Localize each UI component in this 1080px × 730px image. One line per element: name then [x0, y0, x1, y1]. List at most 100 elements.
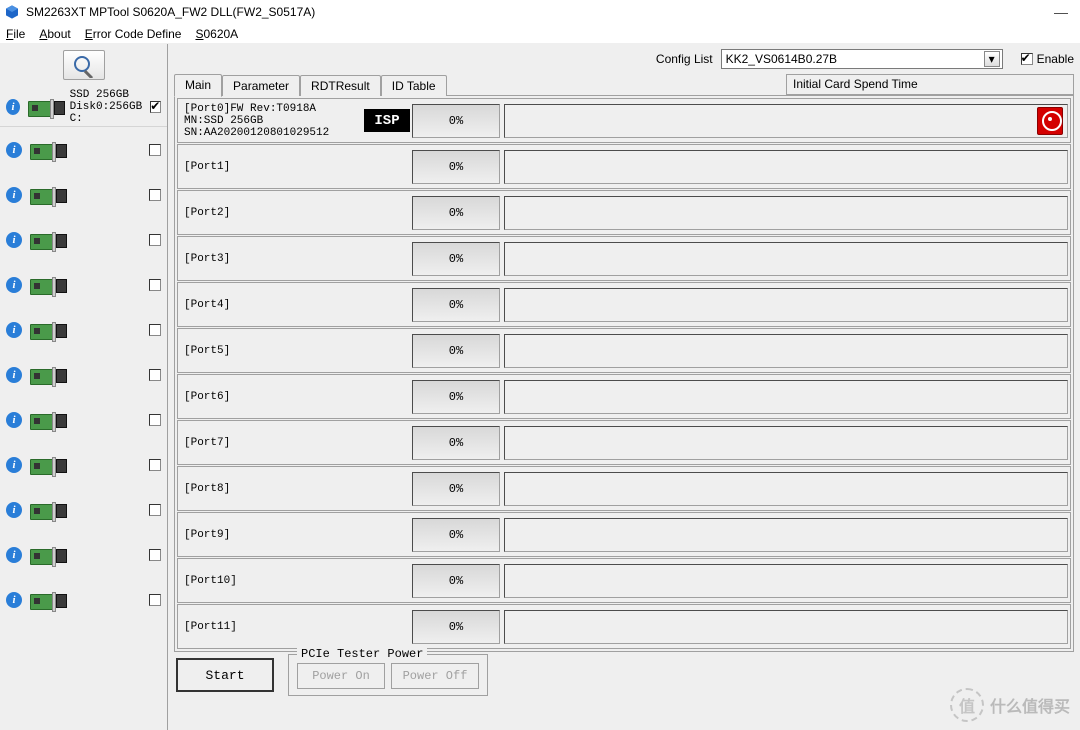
search-button[interactable] [63, 50, 105, 80]
pcie-card-icon [30, 318, 68, 342]
info-icon[interactable]: i [6, 547, 22, 563]
port-label: [Port11] [178, 619, 412, 635]
progress-cell: 0% [412, 564, 500, 598]
info-icon[interactable]: i [6, 502, 22, 518]
port-row-7: [Port7] 0% [177, 420, 1071, 465]
pcie-card-icon [30, 228, 68, 252]
device-row-8[interactable]: i [0, 442, 167, 487]
port-row-6: [Port6] 0% [177, 374, 1071, 419]
footer-row: Start PCIe Tester Power Power On Power O… [174, 652, 1074, 696]
watermark-text: 什么值得买 [990, 693, 1070, 717]
device-checkbox[interactable] [149, 504, 161, 516]
info-icon[interactable]: i [6, 457, 22, 473]
menu-error-code[interactable]: Error Code Define [85, 27, 182, 41]
pcie-card-icon [30, 498, 68, 522]
info-icon[interactable]: i [6, 187, 22, 203]
device-checkbox[interactable] [149, 144, 161, 156]
device-checkbox[interactable] [149, 549, 161, 561]
pcie-card-icon [30, 273, 68, 297]
device-checkbox[interactable] [149, 324, 161, 336]
port-label: [Port10] [178, 573, 412, 589]
menu-about[interactable]: About [39, 27, 70, 41]
device-row-1[interactable]: i [0, 127, 167, 172]
info-icon[interactable]: i [6, 99, 20, 115]
tab-rdtresult[interactable]: RDTResult [300, 75, 381, 96]
chevron-down-icon: ▾ [984, 51, 1000, 67]
tab-parameter[interactable]: Parameter [222, 75, 300, 96]
menubar: FFileile About Error Code Define S0620A [0, 24, 1080, 44]
device-checkbox[interactable] [149, 594, 161, 606]
device-checkbox[interactable] [149, 189, 161, 201]
port-label: [Port2] [178, 205, 412, 221]
port-row-0: [Port0]FW Rev:T0918AMN:SSD 256GBSN:AA202… [177, 98, 1071, 143]
tab-main[interactable]: Main [174, 74, 222, 97]
info-icon[interactable]: i [6, 322, 22, 338]
detail-cell [504, 104, 1068, 138]
device-row-3[interactable]: i [0, 217, 167, 262]
port-row-11: [Port11] 0% [177, 604, 1071, 649]
initial-card-spend-time: Initial Card Spend Time [786, 74, 1074, 95]
device-row-7[interactable]: i [0, 397, 167, 442]
device-list: i SSD 256GBDisk0:256GBC: i i i i i i i [0, 87, 167, 622]
port-label: [Port0]FW Rev:T0918AMN:SSD 256GBSN:AA202… [178, 101, 364, 141]
power-on-button[interactable]: Power On [297, 663, 385, 689]
device-checkbox[interactable] [149, 459, 161, 471]
device-row-2[interactable]: i [0, 172, 167, 217]
device-row-0[interactable]: i SSD 256GBDisk0:256GBC: [0, 87, 167, 127]
device-row-10[interactable]: i [0, 532, 167, 577]
tab-idtable[interactable]: ID Table [381, 75, 447, 96]
menu-file[interactable]: FFileile [6, 27, 25, 41]
progress-cell: 0% [412, 426, 500, 460]
device-row-5[interactable]: i [0, 307, 167, 352]
watermark: 值 什么值得买 [950, 688, 1070, 722]
window-controls[interactable]: — [1054, 4, 1076, 20]
checkbox-icon [1021, 53, 1033, 65]
info-icon[interactable]: i [6, 142, 22, 158]
device-checkbox[interactable] [150, 101, 161, 113]
progress-cell: 0% [412, 242, 500, 276]
port-row-1: [Port1] 0% [177, 144, 1071, 189]
detail-cell [504, 380, 1068, 414]
pcie-card-icon [30, 588, 68, 612]
device-checkbox[interactable] [149, 369, 161, 381]
progress-cell: 0% [412, 196, 500, 230]
pcie-card-icon [30, 183, 68, 207]
device-checkbox[interactable] [149, 279, 161, 291]
device-info: SSD 256GBDisk0:256GBC: [70, 89, 143, 125]
config-selected: KK2_VS0614B0.27B [726, 52, 837, 66]
device-row-6[interactable]: i [0, 352, 167, 397]
magnifier-icon [72, 54, 96, 78]
port-label: [Port1] [178, 159, 412, 175]
port-label: [Port6] [178, 389, 412, 405]
enable-checkbox[interactable]: Enable [1021, 52, 1074, 66]
port-label: [Port7] [178, 435, 412, 451]
info-icon[interactable]: i [6, 232, 22, 248]
detail-cell [504, 150, 1068, 184]
progress-cell: 0% [412, 518, 500, 552]
info-icon[interactable]: i [6, 412, 22, 428]
pcie-card-icon [30, 408, 68, 432]
device-checkbox[interactable] [149, 414, 161, 426]
device-checkbox[interactable] [149, 234, 161, 246]
detail-cell [504, 334, 1068, 368]
pcie-card-icon [28, 95, 61, 119]
start-button[interactable]: Start [176, 658, 274, 692]
detail-cell [504, 196, 1068, 230]
port-row-9: [Port9] 0% [177, 512, 1071, 557]
device-row-11[interactable]: i [0, 577, 167, 622]
pcie-card-icon [30, 363, 68, 387]
config-list-dropdown[interactable]: KK2_VS0614B0.27B ▾ [721, 49, 1003, 69]
power-off-button[interactable]: Power Off [391, 663, 479, 689]
info-icon[interactable]: i [6, 277, 22, 293]
device-row-4[interactable]: i [0, 262, 167, 307]
pcie-tester-power-group: PCIe Tester Power Power On Power Off [288, 654, 488, 696]
info-icon[interactable]: i [6, 592, 22, 608]
port-label: [Port5] [178, 343, 412, 359]
info-icon[interactable]: i [6, 367, 22, 383]
progress-cell: 0% [412, 288, 500, 322]
window-title: SM2263XT MPTool S0620A_FW2 DLL(FW2_S0517… [26, 5, 315, 19]
app-icon [4, 4, 20, 20]
menu-version[interactable]: S0620A [195, 27, 238, 41]
device-row-9[interactable]: i [0, 487, 167, 532]
watermark-badge: 值 [950, 688, 984, 722]
